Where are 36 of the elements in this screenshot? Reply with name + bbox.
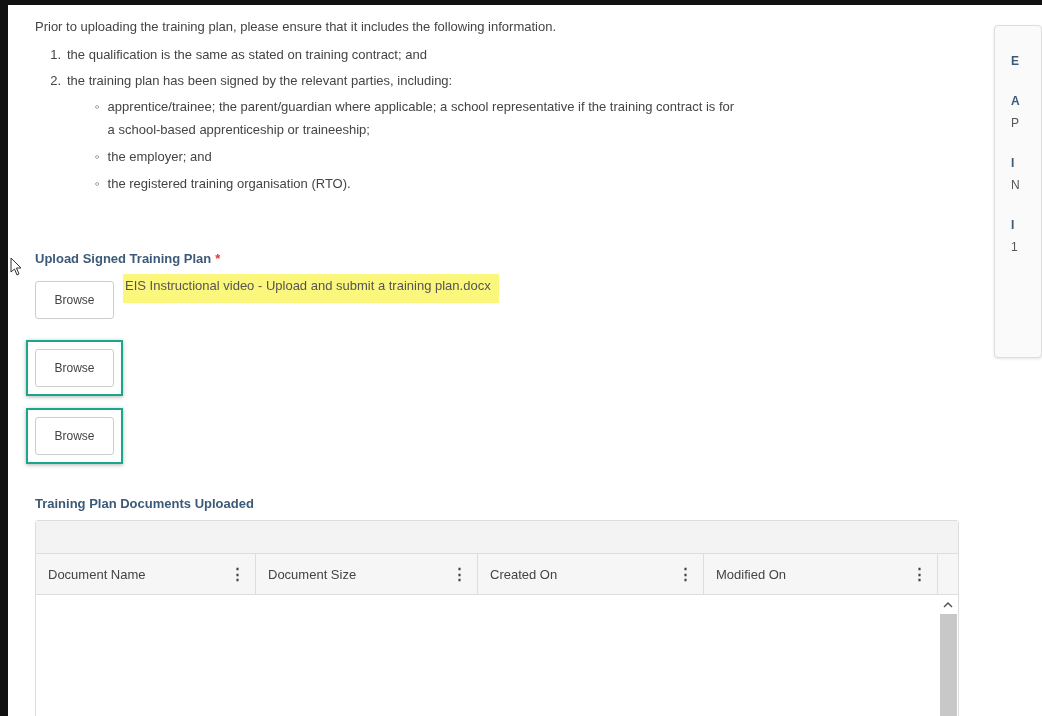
browse-button[interactable]: Browse: [35, 417, 114, 455]
side-value: 1: [1011, 240, 1019, 254]
column-header[interactable]: Document Name ⋮: [36, 554, 256, 594]
intro-text: Prior to uploading the training plan, please ensure that it includes the following information.: [35, 18, 558, 36]
cursor-icon: [10, 257, 24, 277]
table-title: Training Plan Documents Uploaded: [35, 496, 255, 511]
column-menu[interactable]: ⋮: [912, 565, 927, 583]
requirement-text: the qualification is the same as stated on training contract; and: [67, 46, 427, 64]
side-heading: A: [1011, 94, 1021, 108]
column-menu[interactable]: ⋮: [678, 565, 693, 583]
requirement-text: the registered training organisation (RTO).: [107, 175, 351, 193]
requirement-text: apprentice/trainee; the parent/guardian where applicable; a school representative if the training contract is for a school-based apprenticeship or traineeship;: [107, 98, 735, 139]
required-mark: *: [215, 251, 221, 266]
bullet-mark: ◦: [95, 98, 100, 116]
browse-button[interactable]: Browse: [35, 281, 114, 319]
browse-button[interactable]: Browse: [35, 349, 114, 387]
scroll-up-icon[interactable]: [943, 601, 953, 608]
side-heading: E: [1011, 54, 1020, 68]
list-number: 1.: [49, 46, 61, 64]
column-header[interactable]: Modified On ⋮: [704, 554, 938, 594]
bullet-mark: ◦: [95, 175, 100, 193]
side-heading: I: [1011, 156, 1016, 170]
side-heading: I: [1011, 218, 1016, 232]
column-menu[interactable]: ⋮: [230, 565, 245, 583]
scrollbar-thumb[interactable]: [939, 614, 957, 716]
file-name: EIS Instructional video - Upload and submit a training plan.docx: [123, 274, 499, 303]
column-header[interactable]: Document Size ⋮: [256, 554, 478, 594]
side-value: P: [1011, 116, 1020, 130]
requirement-text: the employer; and: [107, 148, 212, 166]
upload-label: Upload Signed Training Plan: [35, 251, 212, 266]
side-value: N: [1011, 178, 1021, 192]
column-header[interactable]: Created On ⋮: [478, 554, 704, 594]
list-number: 2.: [49, 72, 61, 90]
column-menu[interactable]: ⋮: [452, 565, 467, 583]
bullet-mark: ◦: [95, 148, 100, 166]
requirement-text: the training plan has been signed by the relevant parties, including:: [67, 72, 453, 90]
